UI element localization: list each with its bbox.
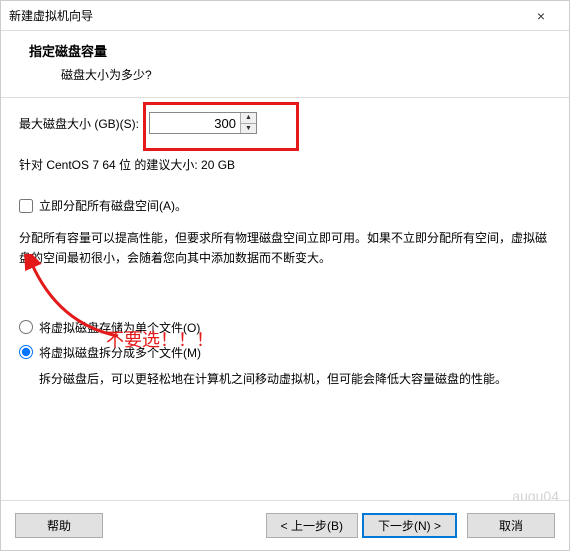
cancel-button[interactable]: 取消 <box>467 513 555 538</box>
close-button[interactable]: × <box>521 2 561 30</box>
close-icon: × <box>537 8 545 24</box>
next-button[interactable]: 下一步(N) > <box>362 513 457 538</box>
allocate-now-row: 立即分配所有磁盘空间(A)。 <box>19 197 551 214</box>
help-button[interactable]: 帮助 <box>15 513 103 538</box>
disk-size-input-wrap: ▲ ▼ <box>149 112 257 134</box>
store-split-label: 将虚拟磁盘拆分成多个文件(M) <box>39 344 201 361</box>
store-split-row: 将虚拟磁盘拆分成多个文件(M) <box>19 344 551 361</box>
disk-size-input[interactable] <box>150 113 240 133</box>
footer-buttons: 帮助 < 上一步(B) 下一步(N) > 取消 <box>1 500 569 550</box>
store-single-radio[interactable] <box>19 320 33 334</box>
recommended-size-text: 针对 CentOS 7 64 位 的建议大小: 20 GB <box>19 156 551 173</box>
store-single-row: 将虚拟磁盘存储为单个文件(O) <box>19 319 551 336</box>
store-split-description: 拆分磁盘后，可以更轻松地在计算机之间移动虚拟机，但可能会降低大容量磁盘的性能。 <box>19 369 551 389</box>
store-single-label: 将虚拟磁盘存储为单个文件(O) <box>39 319 200 336</box>
spin-up-button[interactable]: ▲ <box>241 113 256 124</box>
store-split-radio[interactable] <box>19 345 33 359</box>
allocate-now-checkbox[interactable] <box>19 199 33 213</box>
page-title: 指定磁盘容量 <box>29 41 541 60</box>
back-button[interactable]: < 上一步(B) <box>266 513 358 538</box>
allocate-description: 分配所有容量可以提高性能，但要求所有物理磁盘空间立即可用。如果不立即分配所有空间… <box>19 228 551 269</box>
disk-size-label: 最大磁盘大小 (GB)(S): <box>19 115 139 132</box>
window-title: 新建虚拟机向导 <box>9 7 521 24</box>
wizard-header: 指定磁盘容量 磁盘大小为多少? <box>1 31 569 97</box>
disk-size-spinner[interactable]: ▲ ▼ <box>149 112 257 134</box>
titlebar: 新建虚拟机向导 × <box>1 1 569 31</box>
content-area: 最大磁盘大小 (GB)(S): ▲ ▼ 针对 CentOS 7 64 位 的建议… <box>1 98 569 389</box>
disk-size-row: 最大磁盘大小 (GB)(S): ▲ ▼ <box>19 112 551 134</box>
allocate-now-label: 立即分配所有磁盘空间(A)。 <box>39 197 187 214</box>
page-subtitle: 磁盘大小为多少? <box>29 66 541 83</box>
spin-down-button[interactable]: ▼ <box>241 124 256 134</box>
spin-buttons: ▲ ▼ <box>240 113 256 133</box>
